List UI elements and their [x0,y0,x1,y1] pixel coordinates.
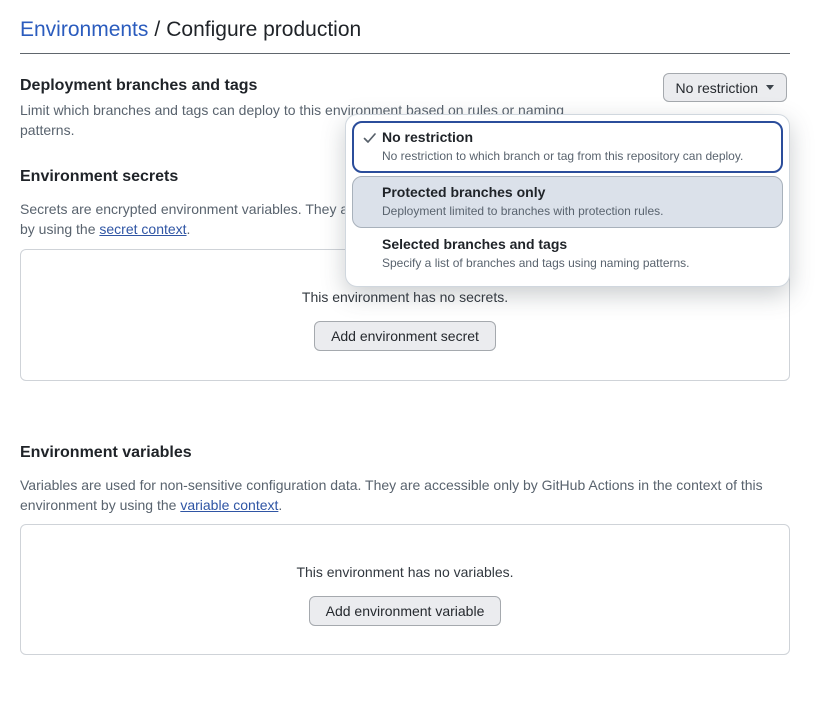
restriction-dropdown-panel: No restriction No restriction to which b… [345,114,790,287]
dropdown-item-title: No restriction [382,127,772,147]
secrets-description-period: . [187,221,191,237]
dropdown-item-title: Protected branches only [382,182,772,202]
variables-description-period: . [278,497,282,513]
variables-description-text: Variables are used for non-sensitive con… [20,477,763,513]
page-title: Environments/Configure production [20,16,790,54]
add-environment-secret-button[interactable]: Add environment secret [314,321,496,351]
restriction-selector-button[interactable]: No restriction [663,73,787,102]
chevron-down-icon [766,85,774,90]
dropdown-item-protected-branches[interactable]: Protected branches only Deployment limit… [352,176,783,228]
restriction-selector-label: No restriction [676,80,758,96]
variables-heading: Environment variables [20,443,790,463]
dropdown-item-no-restriction[interactable]: No restriction No restriction to which b… [352,121,783,173]
variables-empty-text: This environment has no variables. [21,562,789,582]
dropdown-item-selected-branches[interactable]: Selected branches and tags Specify a lis… [352,228,783,280]
breadcrumb-current: Configure production [166,18,361,41]
check-icon [362,130,378,146]
dropdown-item-description: Specify a list of branches and tags usin… [382,254,772,272]
breadcrumb-separator: / [148,18,166,41]
dropdown-item-title: Selected branches and tags [382,234,772,254]
dropdown-item-description: No restriction to which branch or tag fr… [382,147,772,165]
variable-context-link[interactable]: variable context [180,497,278,513]
breadcrumb-environments-link[interactable]: Environments [20,18,148,41]
secrets-empty-text: This environment has no secrets. [21,287,789,307]
environment-variables-section: Environment variables Variables are used… [20,443,790,655]
secret-context-link[interactable]: secret context [99,221,186,237]
add-environment-variable-button[interactable]: Add environment variable [309,596,502,626]
variables-empty-box: This environment has no variables. Add e… [20,524,790,655]
deployment-branches-section: Deployment branches and tags Limit which… [20,76,790,140]
variables-description: Variables are used for non-sensitive con… [20,475,790,515]
dropdown-item-description: Deployment limited to branches with prot… [382,202,772,220]
